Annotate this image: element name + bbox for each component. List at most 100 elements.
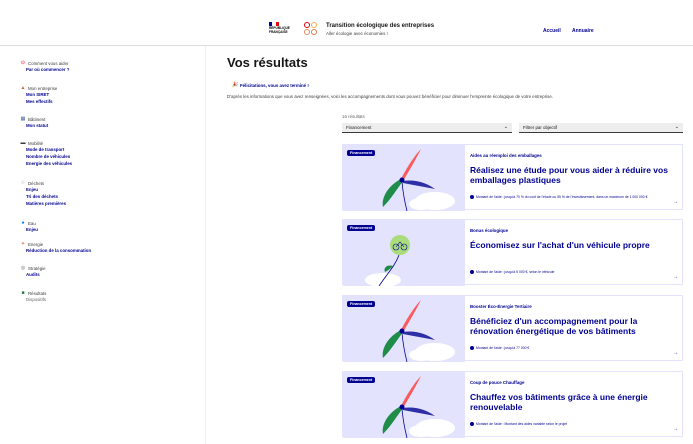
sidebar-section: ⊙ Comment vous aider Par où commencer ? (20, 60, 70, 73)
result-card[interactable]: Financement Booster Éco-Énergie Tertiaire… (342, 295, 683, 362)
sidebar-section-title: ▬ Mobilité (20, 140, 72, 146)
sidebar-item[interactable]: Par où commencer ? (26, 67, 69, 73)
card-badge: Financement (347, 301, 376, 307)
result-card[interactable]: Financement Coup de pouce Chauffage Chauff… (342, 371, 683, 438)
results-description: D'après les informations que vous avez r… (227, 94, 554, 99)
card-amount: Montant de l'aide : jusqu'à 77 000 € (470, 346, 530, 351)
sidebar-section: ● Eau Enjeu (20, 220, 38, 233)
filter-objective-select[interactable]: Filtrer par objectif ⌄ (519, 123, 683, 133)
arrow-right-icon[interactable]: → (673, 350, 678, 356)
card-amount: Montant de l'aide : Montant des aides va… (470, 422, 568, 427)
filter-aid-type-value: Financement (346, 125, 372, 130)
sidebar-item[interactable]: Nombre de véhicules (26, 154, 72, 160)
sidebar-section-title: ▲ Mon entreprise (20, 85, 58, 91)
sidebar-section: ◎ Stratégie Audits (20, 265, 46, 278)
sidebar-item[interactable]: Mon statut (26, 123, 48, 129)
congrats-message: Félicitations, vous avez terminé ! (240, 83, 309, 88)
sidebar-section: ♲ Déchets Enjeu Tri des déchets Matières pre… (20, 180, 66, 207)
info-icon (470, 195, 474, 200)
sidebar-item[interactable]: Enjeu (26, 227, 38, 233)
sidebar-section-title: ▦ Bâtiment (20, 116, 48, 122)
sidebar-section: ■ Résultats Dispositifs (20, 290, 46, 303)
result-card[interactable]: Financement Bonus écologique Économisez su… (342, 219, 683, 286)
result-card[interactable]: Financement Aides au réemploi des emballa… (342, 144, 683, 211)
sidebar-item[interactable]: Energie des véhicules (26, 161, 72, 167)
sidebar-section: ▦ Bâtiment Mon statut (20, 116, 49, 129)
card-illustration: Financement (343, 296, 465, 362)
filter-objective-value: Filtrer par objectif (523, 125, 557, 130)
republique-line-2: FRANÇAISE (269, 29, 288, 34)
sidebar-section-label: Comment vous aider (28, 60, 69, 66)
sidebar-item[interactable]: Mon SIRET (26, 92, 57, 98)
card-program-name: Aides au réemploi des emballages (470, 153, 542, 158)
sidebar-section: ▲ Mon entreprise Mon SIRET Mes effectifs (20, 85, 58, 105)
card-illustration: Financement (343, 220, 465, 286)
results-count: 16 résultats (342, 114, 365, 119)
sidebar-section-title: ✦ Energie (20, 241, 91, 247)
sidebar-section: ▬ Mobilité Mode de transport Nombre de véhi… (20, 140, 73, 167)
sidebar-section-label: Déchets (28, 180, 45, 186)
card-title[interactable]: Économisez sur l'achat d'un véhicule pro… (470, 240, 670, 250)
sidebar-section-label: Mobilité (28, 140, 44, 146)
sidebar-item[interactable]: Tri des déchets (26, 194, 66, 200)
card-badge: Financement (347, 377, 376, 383)
sidebar-item[interactable]: Audits (26, 272, 46, 278)
nav-link-accueil[interactable]: Accueil (543, 28, 561, 34)
sidebar-section-label: Mon entreprise (28, 85, 58, 91)
sidebar-item[interactable]: Mode de transport (26, 147, 72, 153)
card-illustration: Financement (343, 145, 465, 211)
sidebar-section-label: Bâtiment (28, 116, 46, 122)
card-badge: Financement (347, 225, 376, 231)
info-icon (470, 346, 474, 351)
card-amount: Montant de l'aide : jusqu'à 70 % du coût… (470, 195, 647, 200)
site-header: RÉPUBLIQUE FRANÇAISE Transition écologiq… (0, 0, 693, 46)
sidebar-item[interactable]: Matières premières (26, 201, 66, 207)
filter-aid-type-select[interactable]: Financement ⌄ (342, 123, 512, 133)
recycle-icon: ♲ (20, 180, 26, 186)
main-content: Vos résultats 🎉 Félicitations, vous avez… (205, 46, 693, 444)
sidebar-item[interactable]: Réduction de la consommation (26, 248, 91, 254)
card-badge: Financement (347, 150, 376, 156)
sidebar-item[interactable]: Enjeu (26, 187, 66, 193)
nav-link-annuaire[interactable]: Annuaire (572, 28, 594, 34)
drop-icon: ● (21, 220, 25, 226)
info-icon (470, 422, 474, 427)
service-logo-icon[interactable] (304, 22, 318, 36)
card-amount-text: Montant de l'aide : jusqu'à 5 000 €, sel… (476, 270, 555, 274)
card-program-name: Coup de pouce Chauffage (470, 380, 525, 385)
card-amount: Montant de l'aide : jusqu'à 5 000 €, sel… (470, 270, 555, 275)
info-icon (470, 270, 474, 275)
chevron-down-icon: ⌄ (674, 124, 679, 130)
party-icon: 🎉 (232, 82, 239, 88)
sidebar-item[interactable]: Dispositifs (26, 297, 46, 303)
sidebar: ⊙ Comment vous aider Par où commencer ? ▲ Mo… (0, 46, 205, 444)
chevron-down-icon: ⌄ (503, 124, 508, 130)
arrow-right-icon[interactable]: → (673, 426, 678, 432)
building-icon: ▲ (20, 85, 26, 91)
sidebar-section: ✦ Energie Réduction de la consommation (20, 241, 91, 254)
sidebar-section-label: Eau (28, 220, 36, 226)
bolt-icon: ✦ (20, 241, 26, 247)
sidebar-section-title: ■ Résultats (20, 290, 46, 296)
arrow-right-icon[interactable]: → (673, 274, 678, 280)
building-square-icon: ▦ (20, 116, 26, 122)
card-program-name: Booster Éco-Énergie Tertiaire (470, 304, 532, 309)
arrow-right-icon[interactable]: → (673, 199, 678, 205)
sidebar-section-title: ⊙ Comment vous aider (20, 60, 69, 66)
sidebar-section-label: Résultats (28, 290, 47, 296)
card-illustration: Financement (343, 372, 465, 438)
card-title[interactable]: Bénéficiez d'un accompagnement pour la r… (470, 316, 670, 336)
republique-francaise-logo[interactable]: RÉPUBLIQUE FRANÇAISE (269, 22, 293, 38)
card-program-name: Bonus écologique (470, 228, 509, 233)
card-amount-text: Montant de l'aide : Montant des aides va… (476, 422, 568, 426)
target-icon: ◎ (20, 265, 26, 271)
card-title[interactable]: Chauffez vos bâtiments grâce à une énerg… (470, 392, 670, 412)
card-amount-text: Montant de l'aide : jusqu'à 77 000 € (476, 346, 530, 350)
sidebar-item[interactable]: Mes effectifs (26, 99, 57, 105)
card-title[interactable]: Réalisez une étude pour vous aider à réd… (470, 165, 670, 185)
site-title[interactable]: Transition écologique des entreprises (326, 23, 434, 29)
site-subtitle: Aller écologie avec économies ! (326, 31, 388, 36)
sidebar-section-label: Energie (28, 241, 44, 247)
car-icon: ▬ (20, 140, 26, 146)
sidebar-section-title: ◎ Stratégie (20, 265, 46, 271)
